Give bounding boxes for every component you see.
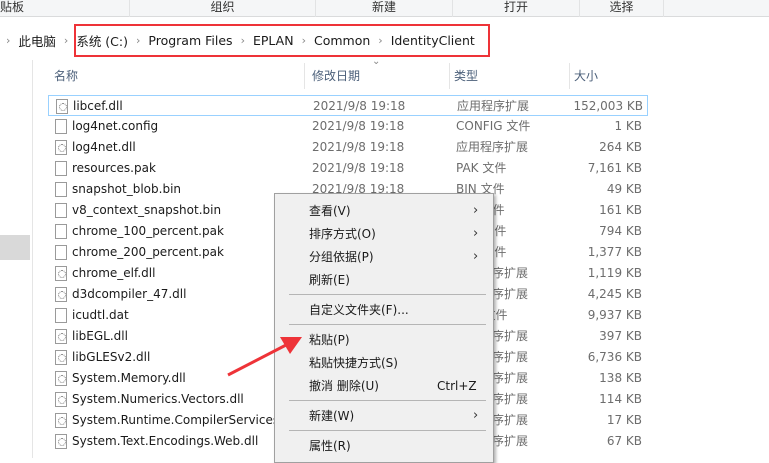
annotation-arrow — [227, 337, 302, 377]
